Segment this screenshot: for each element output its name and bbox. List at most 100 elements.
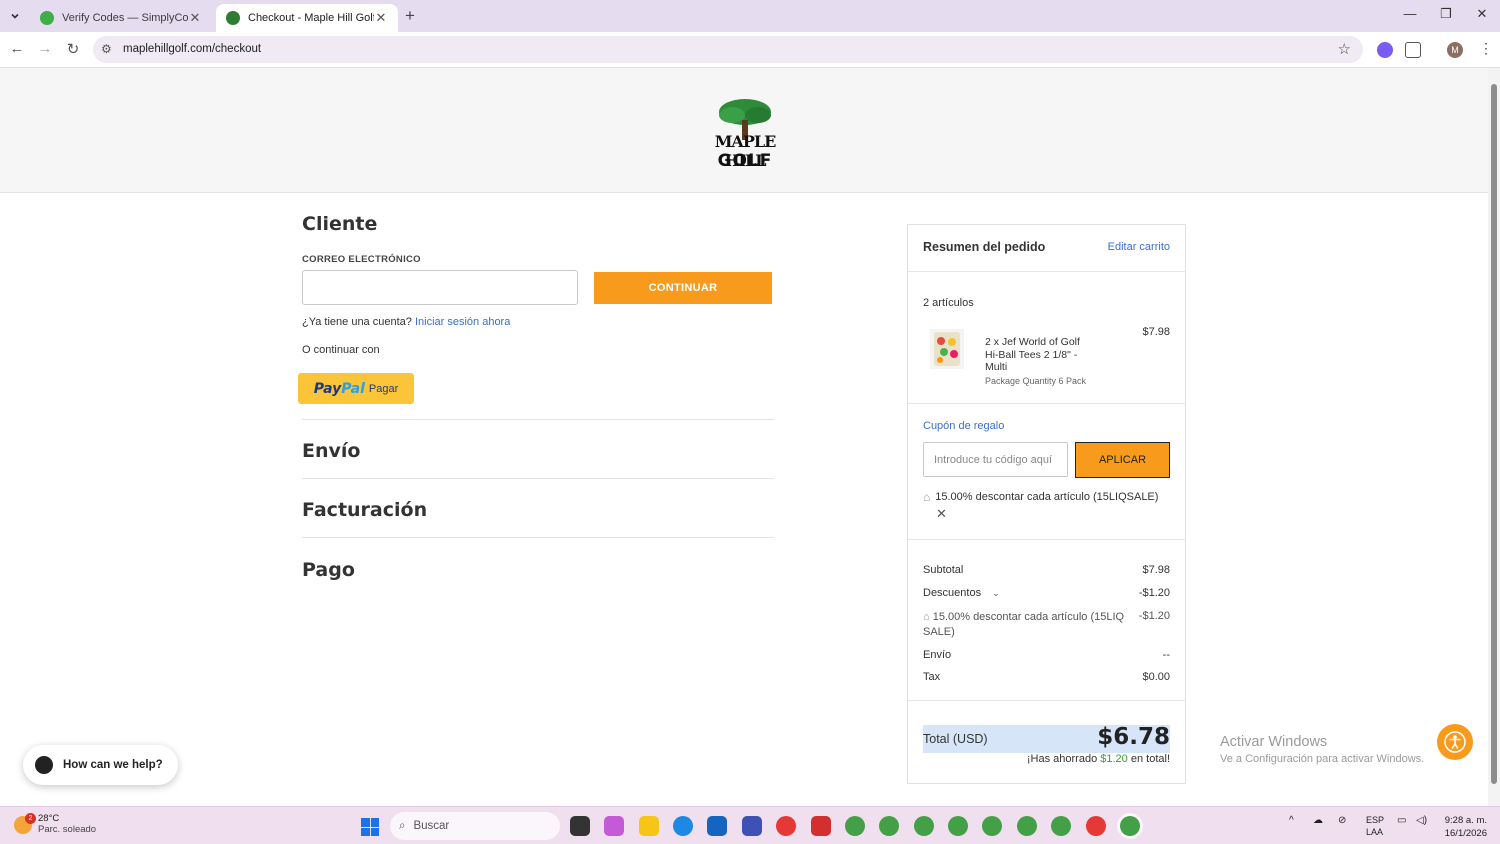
taskbar-search[interactable]: ⌕ Buscar [390, 812, 560, 840]
start-button[interactable] [361, 818, 379, 836]
clock[interactable]: 9:28 a. m. 16/1/2026 [1439, 814, 1487, 840]
extension-icon[interactable] [1377, 42, 1393, 58]
product-thumbnail[interactable] [930, 329, 964, 369]
tag-icon: ⌂ [923, 611, 933, 623]
menu-dots-icon[interactable]: ⋮ [1478, 41, 1494, 57]
total-value: $6.78 [1097, 724, 1170, 750]
or-continue-text: O continuar con [302, 344, 380, 356]
tray-chevron-icon[interactable]: ^ [1289, 815, 1294, 826]
discounts-row[interactable]: Descuentos ⌄ -$1.20 [923, 587, 1170, 599]
order-summary: Resumen del pedido Editar carrito 2 artí… [907, 224, 1186, 784]
subtotal-value: $7.98 [1142, 564, 1170, 576]
new-tab-icon[interactable]: + [405, 6, 415, 26]
bookmark-star-icon[interactable]: ☆ [1338, 40, 1351, 58]
chevron-down-icon[interactable]: ⌄ [992, 588, 1000, 598]
chrome-profile-icon[interactable] [914, 816, 934, 836]
divider [908, 700, 1185, 701]
accessibility-icon[interactable] [1437, 724, 1473, 760]
logo-text-bottom: GOLF [717, 151, 773, 171]
page-scrollbar[interactable] [1488, 68, 1500, 806]
tab-verify-codes[interactable]: Verify Codes — SimplyCodes ✕ [30, 4, 212, 32]
weather-sun-icon: 2 [14, 813, 36, 834]
chrome-profile-icon[interactable] [1017, 816, 1037, 836]
close-tab-icon[interactable]: ✕ [188, 10, 202, 26]
tax-label: Tax [923, 671, 941, 683]
tax-value: $0.00 [1142, 671, 1170, 683]
wps-icon[interactable] [811, 816, 831, 836]
continue-button[interactable]: CONTINUAR [594, 272, 772, 304]
volume-icon[interactable]: ◁) [1416, 815, 1427, 826]
maple-hill-favicon-icon [226, 11, 240, 25]
network-icon[interactable]: ⊘ [1338, 815, 1346, 826]
subtotal-label: Subtotal [923, 564, 964, 576]
chrome-profile-icon[interactable] [982, 816, 1002, 836]
total-label: Total (USD) [923, 732, 988, 746]
clock-date: 16/1/2026 [1444, 828, 1487, 839]
omnibox[interactable]: ⚙ maplehillgolf.com/checkout ☆ [93, 36, 1363, 63]
language-indicator[interactable]: ESP LAA [1366, 814, 1384, 838]
back-icon[interactable]: ← [7, 40, 27, 57]
divider [302, 537, 774, 538]
subtotal-row: Subtotal $7.98 [923, 564, 1170, 576]
profile-avatar[interactable]: M [1447, 42, 1463, 58]
edge-icon[interactable] [673, 816, 693, 836]
login-link[interactable]: Iniciar sesión ahora [415, 316, 510, 328]
applied-coupon-text: 15.00% descontar cada artículo (15LIQSAL… [935, 491, 1159, 503]
chrome-icon[interactable] [776, 816, 796, 836]
tab-checkout[interactable]: Checkout - Maple Hill Golf ✕ [216, 4, 398, 32]
scrollbar-thumb[interactable] [1491, 84, 1497, 784]
apply-coupon-button[interactable]: APLICAR [1075, 442, 1170, 478]
minimize-icon[interactable]: — [1400, 6, 1420, 21]
divider [908, 403, 1185, 404]
edit-cart-link[interactable]: Editar carrito [1108, 241, 1170, 253]
forward-icon[interactable]: → [35, 40, 55, 57]
onedrive-icon[interactable]: ☁ [1313, 815, 1323, 826]
coupon-input[interactable]: Introduce tu código aquí [923, 442, 1068, 477]
chat-icon [35, 756, 53, 774]
windows-taskbar: 2 28°C Parc. soleado ⌕ Buscar ^ ☁ ⊘ ESP L… [0, 806, 1500, 844]
paypal-button[interactable]: PayPal Pagar [298, 373, 414, 404]
clock-time: 9:28 a. m. [1444, 815, 1487, 826]
chrome-profile-icon[interactable] [948, 816, 968, 836]
shipping-value: -- [1162, 649, 1170, 661]
store-icon[interactable] [707, 816, 727, 836]
divider [302, 478, 774, 479]
maple-hill-golf-logo[interactable]: MAPLE HILL GOLF [700, 98, 790, 173]
discounts-value: -$1.20 [1138, 587, 1170, 599]
shipping-row: Envío -- [923, 649, 1170, 661]
site-info-icon[interactable]: ⚙ [101, 42, 112, 56]
remove-coupon-icon[interactable]: ✕ [936, 506, 947, 522]
chrome-profile-icon[interactable] [879, 816, 899, 836]
chrome-active-icon[interactable] [1120, 816, 1140, 836]
chrome-profile-icon[interactable] [1051, 816, 1071, 836]
task-view-icon[interactable] [570, 816, 590, 836]
tab-title: Checkout - Maple Hill Golf [248, 12, 374, 24]
close-tab-icon[interactable]: ✕ [374, 10, 388, 26]
chrome-profile-icon[interactable] [1086, 816, 1106, 836]
chrome-profile-icon[interactable] [845, 816, 865, 836]
help-label: How can we help? [63, 759, 163, 771]
savings-text: ¡Has ahorrado $1.20 en total! [1026, 753, 1170, 765]
applied-coupon: ⌂ 15.00% descontar cada artículo (15LIQS… [923, 490, 1158, 504]
discounts-label: Descuentos [923, 587, 982, 599]
display-icon[interactable]: ▭ [1397, 815, 1406, 826]
windows-activation-watermark: Activar Windows Ve a Configuración para … [1220, 734, 1425, 765]
weather-widget[interactable]: 2 28°C Parc. soleado [14, 813, 96, 835]
shipping-heading[interactable]: Envío [302, 440, 360, 462]
email-field[interactable] [302, 270, 578, 305]
payment-heading[interactable]: Pago [302, 559, 355, 581]
summary-title: Resumen del pedido [923, 240, 1046, 254]
copilot-icon[interactable] [604, 816, 624, 836]
total-row: Total (USD) $6.78 [923, 724, 1170, 753]
url-text[interactable]: maplehillgolf.com/checkout [123, 43, 261, 55]
notepad-icon[interactable] [742, 816, 762, 836]
extensions-puzzle-icon[interactable] [1405, 42, 1421, 58]
coupon-link[interactable]: Cupón de regalo [923, 420, 1004, 432]
tab-search-chevron-icon[interactable] [6, 7, 24, 25]
window-close-icon[interactable]: ✕ [1472, 6, 1492, 22]
reload-icon[interactable]: ↻ [63, 40, 83, 58]
help-chat-widget[interactable]: How can we help? [23, 745, 178, 785]
billing-heading[interactable]: Facturación [302, 499, 427, 521]
restore-icon[interactable]: ❐ [1436, 6, 1456, 22]
file-explorer-icon[interactable] [639, 816, 659, 836]
